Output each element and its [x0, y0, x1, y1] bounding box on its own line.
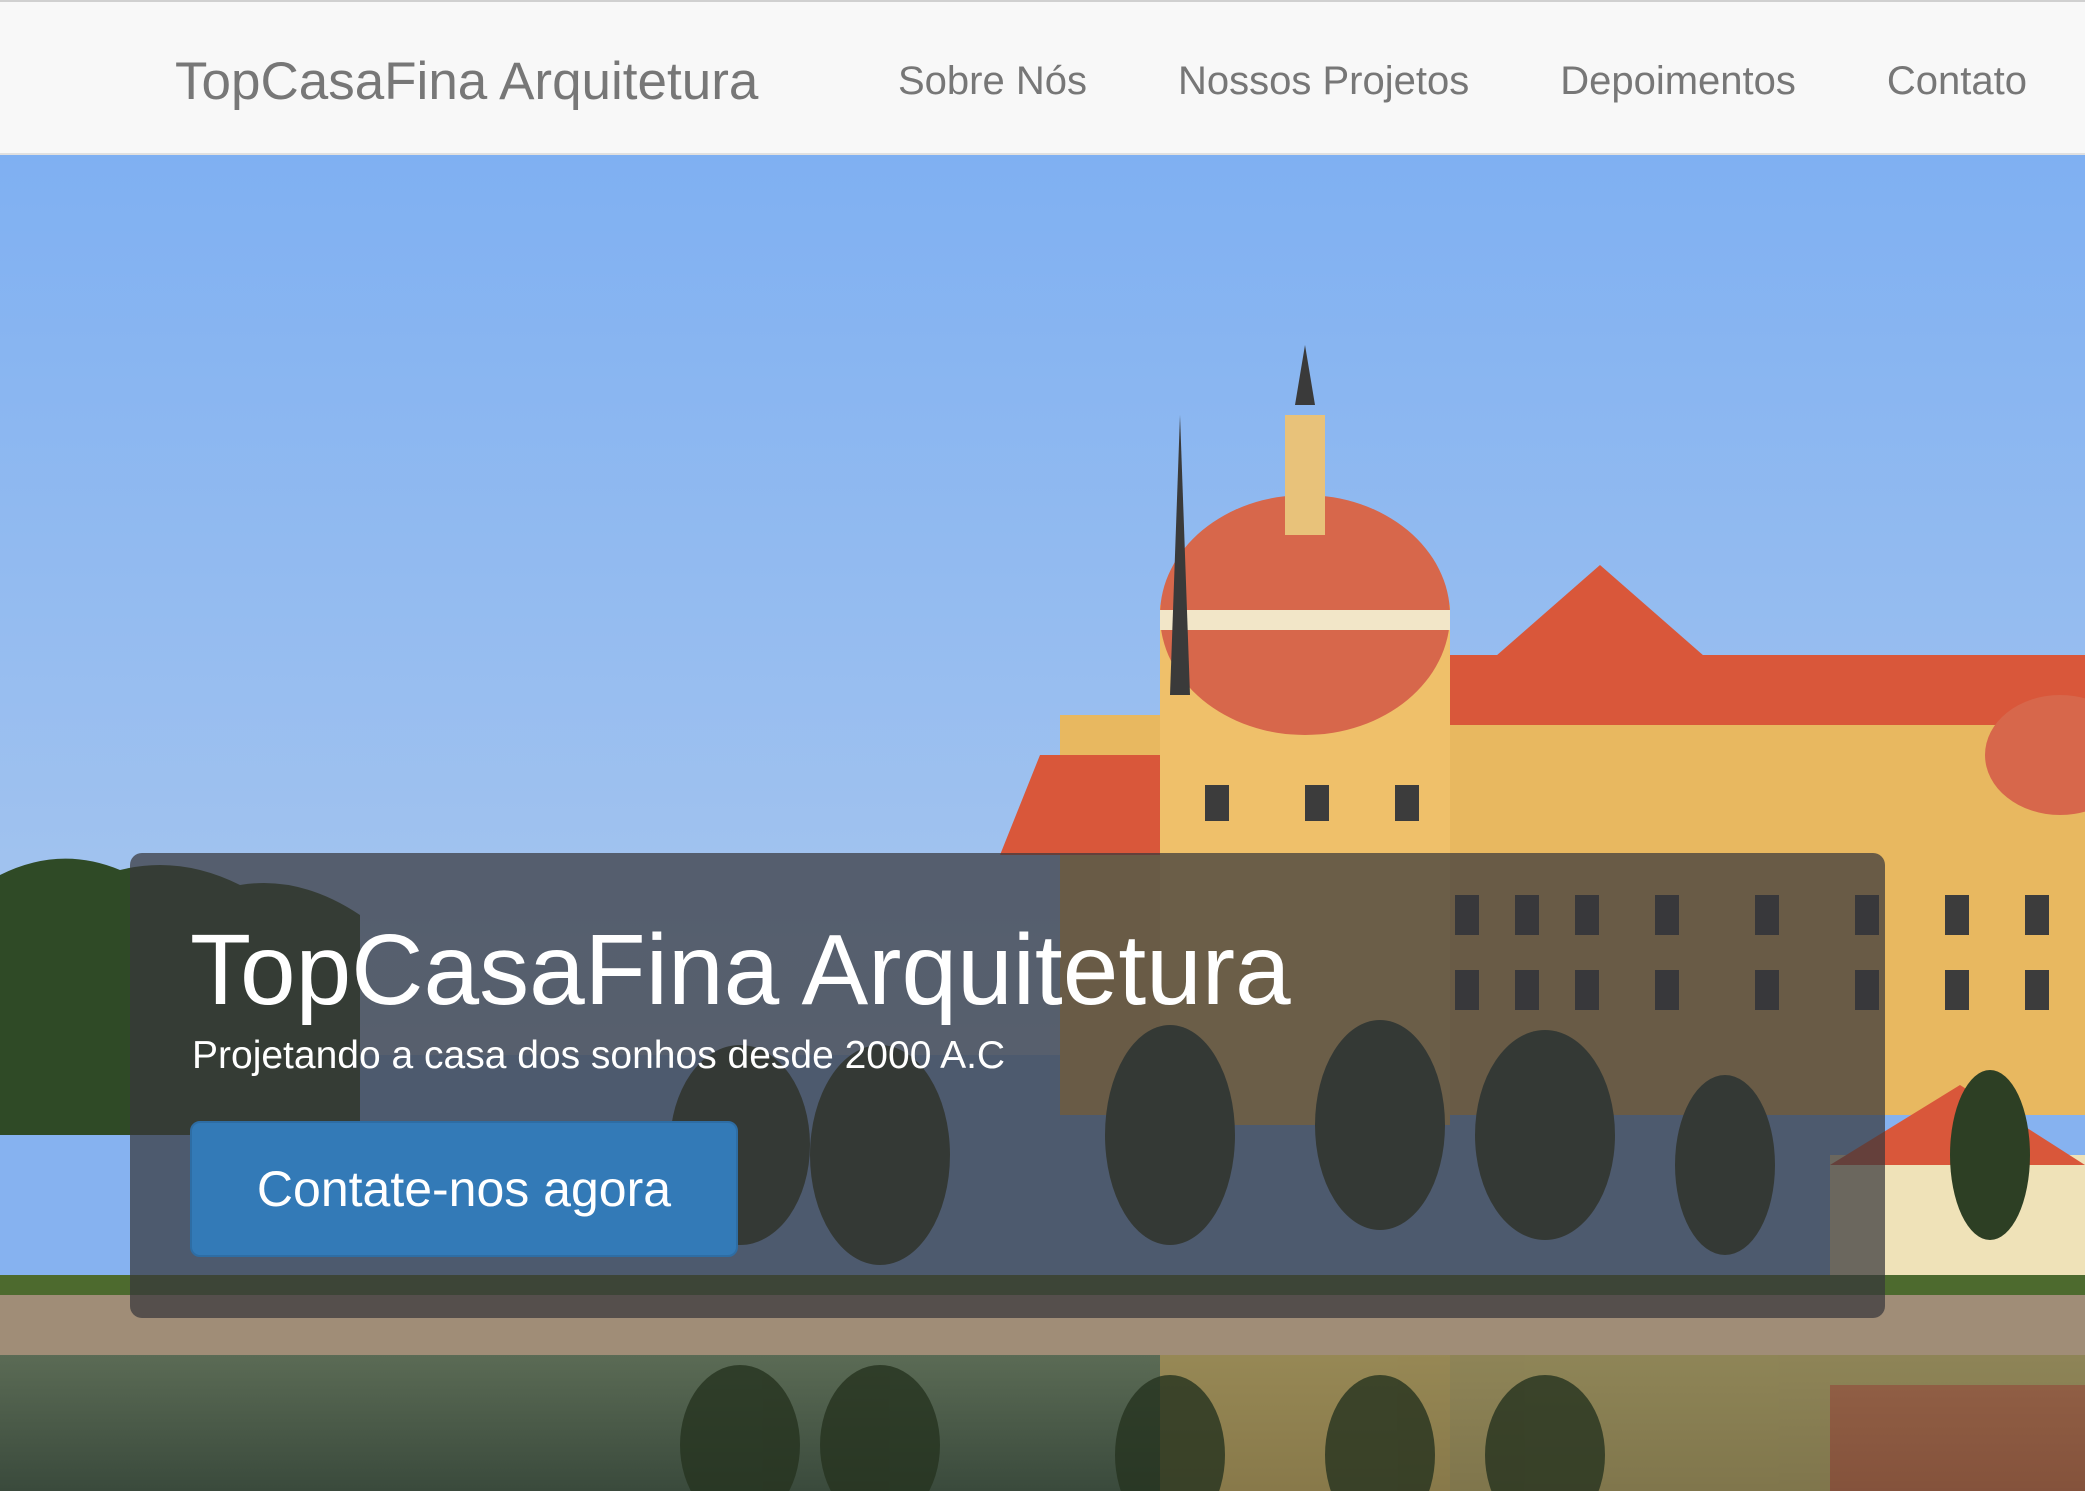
nav-link-contato[interactable]: Contato [1887, 57, 2027, 105]
nav-link-depoimentos[interactable]: Depoimentos [1560, 57, 1796, 105]
jumbotron: TopCasaFina Arquitetura Projetando a cas… [130, 853, 1885, 1318]
nav-links: Sobre Nós Nossos Projetos Depoimentos Co… [898, 57, 2027, 105]
hero-subtitle: Projetando a casa dos sonhos desde 2000 … [192, 1034, 1006, 1077]
nav-link-nossos-projetos[interactable]: Nossos Projetos [1178, 57, 1469, 105]
hero-title: TopCasaFina Arquitetura [190, 914, 1291, 1026]
brand-link[interactable]: TopCasaFina Arquitetura [175, 52, 758, 112]
navbar: TopCasaFina Arquitetura Sobre Nós Nossos… [0, 0, 2085, 155]
hero-section: TopCasaFina Arquitetura Projetando a cas… [0, 155, 2085, 1491]
contact-now-button[interactable]: Contate-nos agora [190, 1121, 738, 1257]
nav-link-sobre-nos[interactable]: Sobre Nós [898, 57, 1087, 105]
